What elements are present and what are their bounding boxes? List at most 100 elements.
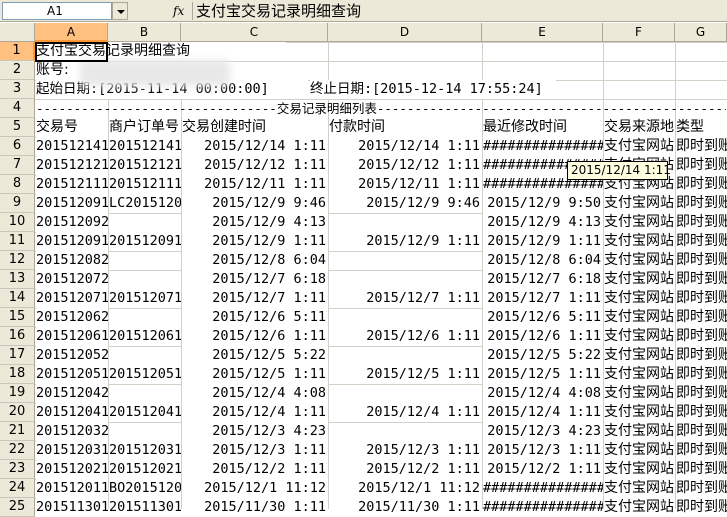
table-cell[interactable]: 支付宝网站 — [604, 232, 675, 251]
end-date-cell[interactable]: 终止日期:[2015-12-14 17:55:24] — [310, 80, 556, 99]
column-header-g[interactable]: G — [675, 23, 727, 42]
table-cell[interactable]: 2015/12/9 4:13 — [182, 213, 328, 232]
table-cell[interactable]: 201512082 — [36, 251, 108, 270]
table-cell[interactable]: 2015/12/4 4:08 — [483, 384, 603, 403]
row-header-15[interactable]: 15 — [0, 308, 35, 327]
active-cell-a1[interactable] — [35, 42, 108, 62]
table-cell[interactable]: 201511301 — [36, 498, 108, 517]
table-cell[interactable]: LC2015120 — [109, 194, 181, 213]
table-cell[interactable]: 支付宝网站 — [604, 384, 675, 403]
table-cell[interactable]: 即时到账 — [676, 498, 727, 517]
table-cell[interactable]: 2015/12/2 1:11 — [182, 460, 328, 479]
column-header-b[interactable]: B — [108, 23, 181, 42]
table-cell[interactable]: 2015/12/3 1:11 — [182, 441, 328, 460]
table-cell[interactable]: 201511301 — [109, 498, 181, 517]
table-cell[interactable]: 201512091 — [36, 232, 108, 251]
table-cell[interactable]: 201512141 — [109, 137, 181, 156]
table-cell[interactable]: 支付宝网站 — [604, 251, 675, 270]
table-cell[interactable]: 即时到账 — [676, 441, 727, 460]
row-header-22[interactable]: 22 — [0, 441, 35, 460]
table-cell[interactable]: 2015/12/5 1:11 — [182, 365, 328, 384]
table-cell[interactable]: 2015/12/1 11:12 — [329, 479, 482, 498]
header-cell[interactable]: 商户订单号 — [109, 118, 181, 137]
table-cell[interactable]: 2015/12/5 5:22 — [182, 346, 328, 365]
table-cell[interactable]: 支付宝网站 — [604, 365, 675, 384]
table-cell[interactable]: 2015/12/9 1:11 — [483, 232, 603, 251]
table-cell[interactable]: 201512121 — [109, 156, 181, 175]
table-cell[interactable]: 支付宝网站 — [604, 498, 675, 517]
table-cell[interactable]: 201512021 — [109, 460, 181, 479]
table-cell[interactable]: 即时到账 — [676, 422, 727, 441]
table-cell[interactable]: 即时到账 — [676, 308, 727, 327]
table-cell[interactable]: 201512092 — [36, 213, 108, 232]
table-cell[interactable]: 201512071 — [109, 289, 181, 308]
table-cell[interactable]: 2015/12/4 1:11 — [182, 403, 328, 422]
row-header-4[interactable]: 4 — [0, 99, 35, 118]
table-cell[interactable]: 2015/11/30 1:11 — [329, 498, 482, 517]
table-cell[interactable]: 支付宝网站 — [604, 213, 675, 232]
table-cell[interactable]: 2015/12/7 1:11 — [483, 289, 603, 308]
table-cell[interactable]: 201512121 — [36, 156, 108, 175]
table-cell[interactable]: 201512051 — [36, 365, 108, 384]
table-cell[interactable]: 201512091 — [36, 194, 108, 213]
table-cell[interactable]: 201512041 — [36, 403, 108, 422]
row-header-1[interactable]: 1 — [0, 42, 35, 61]
row-header-9[interactable]: 9 — [0, 194, 35, 213]
table-cell[interactable]: 201512061 — [36, 327, 108, 346]
header-cell[interactable]: 交易来源地 — [604, 118, 675, 137]
table-cell[interactable]: 201512031 — [36, 441, 108, 460]
row-header-17[interactable]: 17 — [0, 346, 35, 365]
row-header-16[interactable]: 16 — [0, 327, 35, 346]
table-cell[interactable]: 2015/12/9 4:13 — [483, 213, 603, 232]
table-cell[interactable]: 2015/12/3 1:11 — [483, 441, 603, 460]
table-cell[interactable]: 2015/12/2 1:11 — [329, 460, 482, 479]
table-cell[interactable]: 支付宝网站 — [604, 441, 675, 460]
table-cell[interactable]: 即时到账 — [676, 460, 727, 479]
table-cell[interactable]: 201512091 — [109, 232, 181, 251]
table-cell[interactable]: 支付宝网站 — [604, 422, 675, 441]
table-cell[interactable]: ############### — [483, 498, 603, 517]
table-cell[interactable]: 即时到账 — [676, 213, 727, 232]
select-all-corner[interactable] — [0, 23, 35, 42]
column-header-d[interactable]: D — [328, 23, 482, 42]
table-cell[interactable]: 2015/12/8 6:04 — [182, 251, 328, 270]
table-cell[interactable]: 201512042 — [36, 384, 108, 403]
fx-icon[interactable]: fx — [173, 3, 189, 19]
table-cell[interactable]: 2015/12/9 1:11 — [329, 232, 482, 251]
row-header-13[interactable]: 13 — [0, 270, 35, 289]
table-cell[interactable]: 2015/12/9 9:46 — [329, 194, 482, 213]
table-cell[interactable]: 2015/12/14 1:11 — [329, 137, 482, 156]
table-cell[interactable]: 2015/12/3 1:11 — [329, 441, 482, 460]
row-header-20[interactable]: 20 — [0, 403, 35, 422]
table-cell[interactable]: 2015/12/4 1:11 — [329, 403, 482, 422]
row-header-11[interactable]: 11 — [0, 232, 35, 251]
column-header-f[interactable]: F — [603, 23, 675, 42]
row-header-10[interactable]: 10 — [0, 213, 35, 232]
table-cell[interactable]: 2015/12/6 5:11 — [182, 308, 328, 327]
table-cell[interactable]: 2015/12/3 4:23 — [182, 422, 328, 441]
table-cell[interactable]: 2015/12/11 1:11 — [329, 175, 482, 194]
table-cell[interactable]: BO2015120 — [109, 479, 181, 498]
table-cell[interactable]: 201512032 — [36, 422, 108, 441]
table-cell[interactable]: 支付宝网站 — [604, 289, 675, 308]
table-cell[interactable]: 201512111 — [109, 175, 181, 194]
table-cell[interactable]: 即时到账 — [676, 156, 727, 175]
row-header-12[interactable]: 12 — [0, 251, 35, 270]
table-cell[interactable]: 支付宝网站 — [604, 137, 675, 156]
list-divider-cell[interactable]: --------------------------------交易记录明细列表… — [36, 99, 726, 118]
table-cell[interactable]: 2015/12/3 4:23 — [483, 422, 603, 441]
row-header-7[interactable]: 7 — [0, 156, 35, 175]
table-cell[interactable]: 即时到账 — [676, 479, 727, 498]
row-header-14[interactable]: 14 — [0, 289, 35, 308]
table-cell[interactable]: 2015/12/4 1:11 — [483, 403, 603, 422]
table-cell[interactable]: 支付宝网站 — [604, 479, 675, 498]
table-cell[interactable]: 支付宝网站 — [604, 308, 675, 327]
table-cell[interactable]: 即时到账 — [676, 232, 727, 251]
table-cell[interactable]: 201512061 — [109, 327, 181, 346]
header-cell[interactable]: 交易创建时间 — [182, 118, 328, 137]
table-cell[interactable]: 2015/12/2 1:11 — [483, 460, 603, 479]
table-cell[interactable]: 即时到账 — [676, 327, 727, 346]
account-label-cell[interactable]: 账号: — [36, 61, 84, 80]
table-cell[interactable]: 201512062 — [36, 308, 108, 327]
row-header-25[interactable]: 25 — [0, 498, 35, 517]
